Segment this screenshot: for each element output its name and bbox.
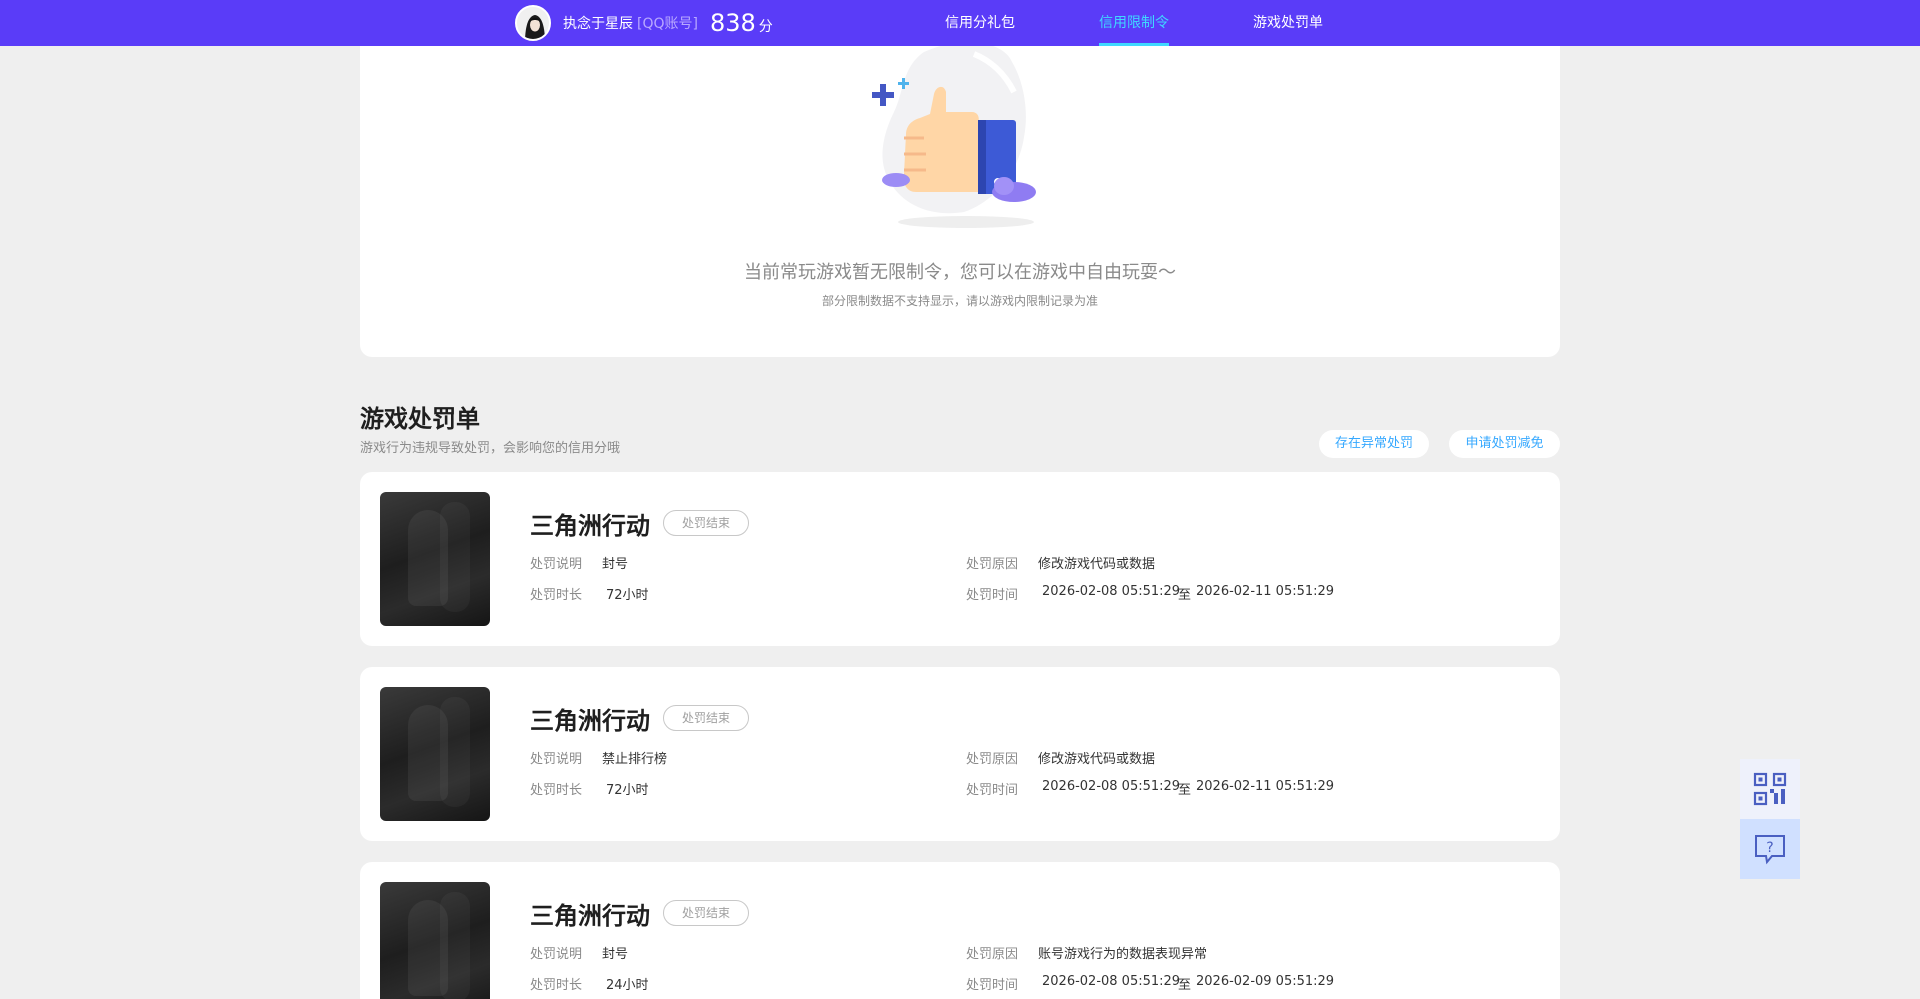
penalty-end-time: 2026-02-11 05:51:29 — [1196, 779, 1335, 794]
penalty-time-separator: 至 — [1178, 588, 1192, 603]
game-name: 三角洲行动 — [530, 512, 650, 540]
penalty-end-time: 2026-02-11 05:51:29 — [1196, 584, 1335, 599]
penalty-time-label: 处罚时间 — [966, 588, 1019, 603]
game-cover-image — [380, 687, 490, 821]
penalty-status-badge: 处罚结束 — [663, 900, 749, 926]
penalty-reason-label: 处罚原因 — [966, 752, 1019, 767]
penalty-reason-label: 处罚原因 — [966, 947, 1019, 962]
game-name: 三角洲行动 — [530, 707, 650, 735]
penalty-time-separator: 至 — [1178, 978, 1192, 993]
game-cover-image — [380, 882, 490, 999]
penalty-section-title: 游戏处罚单 — [360, 405, 480, 433]
abnormal-penalty-button[interactable]: 存在异常处罚 — [1319, 430, 1429, 458]
penalty-reason-value: 账号游戏行为的数据表现异常 — [1038, 947, 1208, 962]
help-button[interactable]: ? — [1740, 819, 1800, 879]
nav-credit-gift[interactable]: 信用分礼包 — [945, 0, 1015, 46]
penalty-description-value: 封号 — [602, 557, 629, 572]
penalty-duration-value: 72小时 — [606, 783, 649, 798]
penalty-duration-label: 处罚时长 — [530, 783, 583, 798]
qrcode-button[interactable] — [1740, 759, 1800, 819]
credit-score-unit: 分 — [758, 19, 773, 35]
penalty-reason-value: 修改游戏代码或数据 — [1038, 557, 1156, 572]
user-info: 执念于星辰 [QQ账号] 838 分 — [515, 0, 773, 46]
penalty-duration-label: 处罚时长 — [530, 978, 583, 993]
penalty-time-separator: 至 — [1178, 783, 1192, 798]
penalty-description-value: 封号 — [602, 947, 629, 962]
penalty-description-label: 处罚说明 — [530, 557, 583, 572]
nav-credit-restriction[interactable]: 信用限制令 — [1099, 0, 1169, 46]
penalty-status-badge: 处罚结束 — [663, 705, 749, 731]
penalty-reason-label: 处罚原因 — [966, 557, 1019, 572]
penalty-description-label: 处罚说明 — [530, 752, 583, 767]
top-navigation-bar: 执念于星辰 [QQ账号] 838 分 信用分礼包 信用限制令 游戏处罚单 — [0, 0, 1920, 46]
penalty-description-label: 处罚说明 — [530, 947, 583, 962]
penalty-end-time: 2026-02-09 05:51:29 — [1196, 974, 1335, 989]
restriction-note: 部分限制数据不支持显示，请以游戏内限制记录为准 — [821, 294, 1098, 308]
game-name: 三角洲行动 — [530, 902, 650, 930]
avatar-image-icon — [517, 7, 549, 39]
penalty-duration-label: 处罚时长 — [530, 588, 583, 603]
penalty-duration-value: 72小时 — [606, 588, 649, 603]
restriction-empty-message: 当前常玩游戏暂无限制令，您可以在游戏中自由玩耍～ — [744, 262, 1176, 283]
game-cover-image — [380, 492, 490, 626]
penalty-start-time: 2026-02-08 05:51:29 — [1042, 779, 1181, 794]
thumbs-up-illustration — [872, 42, 1036, 228]
credit-score: 838 — [709, 9, 756, 37]
penalty-time-label: 处罚时间 — [966, 978, 1019, 993]
penalty-status-badge: 处罚结束 — [663, 510, 749, 536]
penalty-description-value: 禁止排行榜 — [602, 752, 668, 767]
penalty-card[interactable]: 三角洲行动 处罚结束 处罚说明 封号 处罚时长 24小时 处罚原因 账号游戏行为… — [360, 862, 1560, 999]
penalty-start-time: 2026-02-08 05:51:29 — [1042, 974, 1181, 989]
svg-text:?: ? — [1766, 840, 1773, 856]
penalty-duration-value: 24小时 — [606, 978, 649, 993]
penalty-time-label: 处罚时间 — [966, 783, 1019, 798]
user-avatar[interactable] — [515, 5, 551, 41]
qrcode-icon — [1753, 772, 1787, 806]
account-type: [QQ账号] — [637, 16, 698, 32]
user-name: 执念于星辰 — [563, 16, 633, 32]
penalty-start-time: 2026-02-08 05:51:29 — [1042, 584, 1181, 599]
restriction-card: 当前常玩游戏暂无限制令，您可以在游戏中自由玩耍～ 部分限制数据不支持显示，请以游… — [360, 36, 1560, 357]
penalty-card[interactable]: 三角洲行动 处罚结束 处罚说明 封号 处罚时长 72小时 处罚原因 修改游戏代码… — [360, 472, 1560, 646]
appeal-penalty-button[interactable]: 申请处罚减免 — [1449, 430, 1560, 458]
help-chat-icon: ? — [1755, 835, 1785, 865]
penalty-section-description: 游戏行为违规导致处罚，会影响您的信用分哦 — [360, 441, 621, 456]
nav-game-penalty[interactable]: 游戏处罚单 — [1253, 0, 1323, 46]
penalty-card[interactable]: 三角洲行动 处罚结束 处罚说明 禁止排行榜 处罚时长 72小时 处罚原因 修改游… — [360, 667, 1560, 841]
penalty-reason-value: 修改游戏代码或数据 — [1038, 752, 1156, 767]
